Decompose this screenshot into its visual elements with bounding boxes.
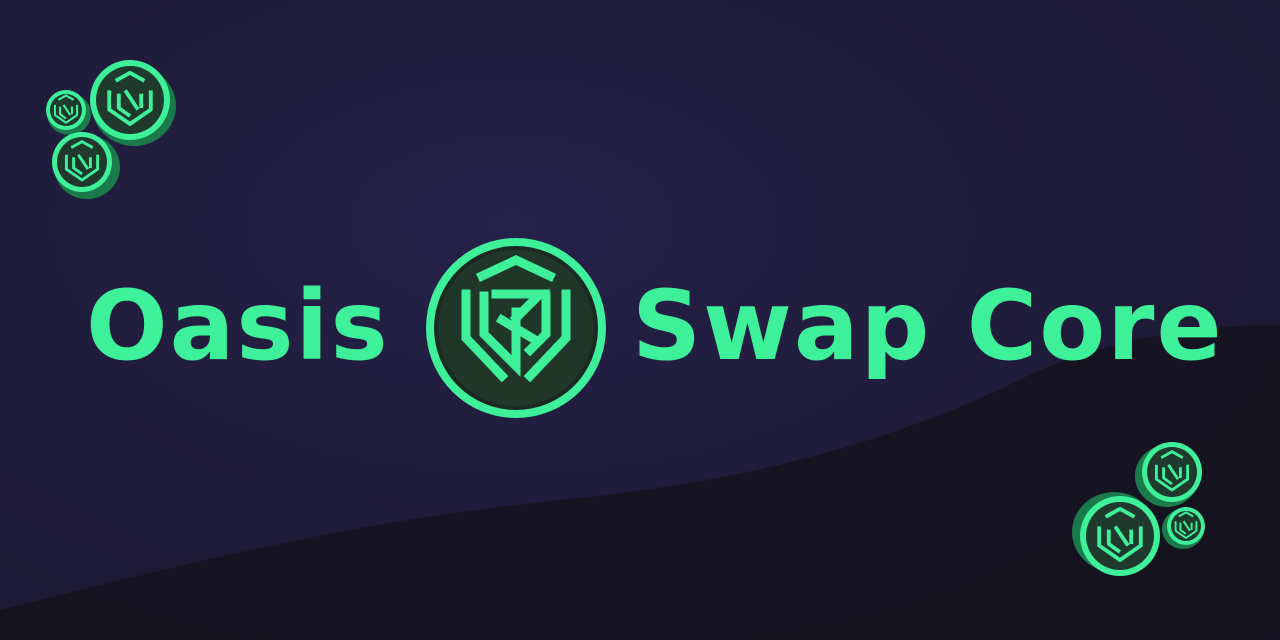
coin-icon bbox=[90, 60, 176, 146]
title-right: Swap Core bbox=[632, 270, 1224, 382]
coin-icon bbox=[52, 132, 120, 199]
oasis-swap-logo-icon bbox=[426, 238, 606, 418]
coin-cluster-top-left bbox=[46, 60, 176, 199]
coin-icon bbox=[1162, 507, 1205, 549]
coin-icon bbox=[1072, 492, 1160, 576]
title-left: Oasis bbox=[86, 270, 390, 382]
coin-icon bbox=[46, 90, 91, 135]
title-row: Oasis Swap Core bbox=[0, 238, 1280, 418]
coin-cluster-bottom-right bbox=[1072, 442, 1205, 576]
coin-icon bbox=[1135, 442, 1202, 507]
